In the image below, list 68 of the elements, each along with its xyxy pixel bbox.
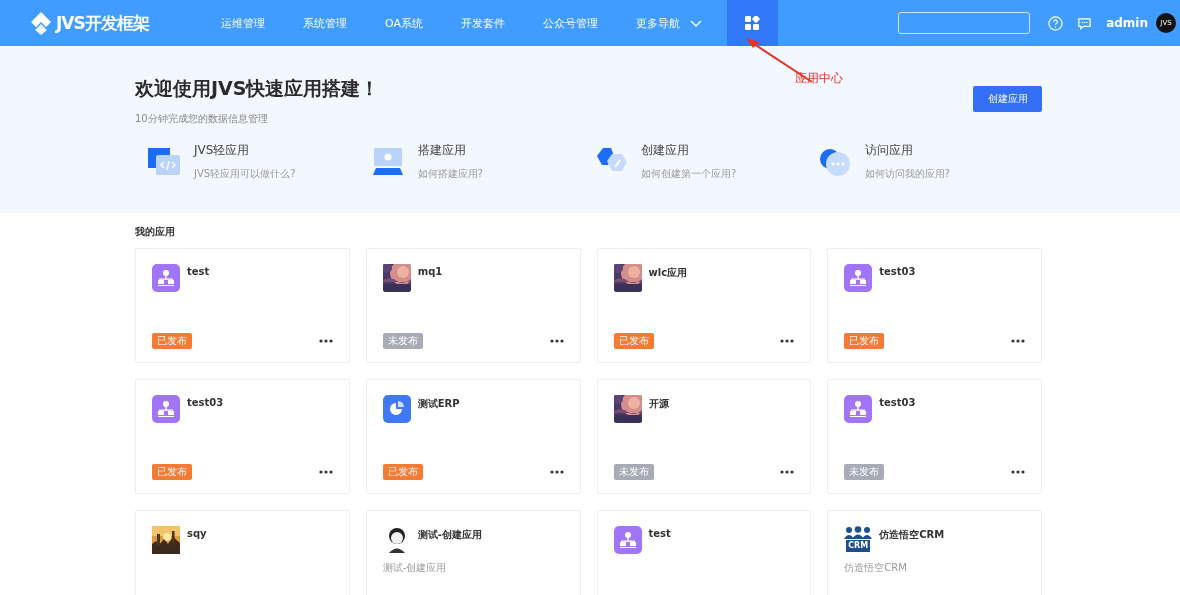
org-chart-icon [613,526,642,554]
app-name: 测试ERP [417,397,460,411]
more-icon[interactable] [780,339,795,343]
logo-text: JVS开发框架 [56,11,149,35]
more-icon[interactable] [549,339,564,343]
app-name: sqy [187,528,207,539]
app-name: test03 [879,397,916,408]
chat-bubble-icon [818,146,851,176]
welcome-title: 欢迎使用JVS快速应用搭建！ [135,76,380,101]
app-name: mq1 [417,266,443,277]
app-card[interactable]: test 已发布 [135,248,350,363]
help-icon[interactable] [1048,15,1064,31]
org-chart-icon [152,395,180,423]
org-chart-icon [844,395,873,423]
status-badge: 未发布 [844,464,885,480]
laptop-icon [371,146,404,176]
app-description: 仿造悟空CRM [844,561,908,575]
status-badge: 已发布 [613,333,654,349]
app-card[interactable]: test03 已发布 [827,248,1042,363]
create-app-button[interactable]: 创建应用 [973,86,1042,112]
app-card[interactable]: test [596,510,812,595]
org-chart-icon [844,264,873,292]
app-card[interactable]: 开源 未发布 [596,379,812,494]
code-window-icon [148,146,180,176]
message-icon[interactable] [1077,15,1093,31]
more-icon[interactable] [1011,470,1025,474]
feature-title[interactable]: 创建应用 [641,142,737,159]
status-badge: 未发布 [382,333,423,349]
pie-chart-icon [382,395,411,423]
app-name: 仿造悟空CRM [879,528,945,542]
more-icon[interactable] [318,470,333,474]
more-icon[interactable] [1011,339,1025,343]
app-name: test03 [187,397,224,408]
null [844,526,873,539]
search-field[interactable] [898,12,1031,34]
app-card[interactable]: 测试-创建应用 测试-创建应用 [365,510,581,595]
app-name: test [648,528,671,539]
app-name: test [187,266,210,277]
app-name: test03 [879,266,916,277]
status-badge: 未发布 [613,464,654,480]
status-badge: 已发布 [382,464,423,480]
app-name: 测试-创建应用 [417,528,482,542]
app-card[interactable]: test03 未发布 [827,379,1042,494]
app-name: 开源 [648,397,669,411]
feature-title[interactable]: 搭建应用 [417,142,483,159]
status-badge: 已发布 [844,333,885,349]
more-icon[interactable] [318,339,333,343]
feature-title[interactable]: JVS轻应用 [194,142,296,159]
logo-icon [30,10,52,36]
status-badge: 已发布 [152,464,192,480]
apps-grid-icon [745,15,760,31]
app-description: 测试-创建应用 [382,561,448,575]
org-chart-icon [152,264,180,292]
chevron-down-icon [690,19,702,27]
feature-title[interactable]: 访问应用 [864,142,950,159]
app-card[interactable]: CRM 仿造悟空CRM 仿造悟空CRM [827,510,1042,595]
more-icon[interactable] [549,470,564,474]
more-icon[interactable] [780,470,795,474]
app-center-tab[interactable] [727,0,778,46]
app-card[interactable]: 测试ERP 已发布 [365,379,581,494]
section-title: 我的应用 [135,225,176,239]
app-card[interactable]: test03 已发布 [135,379,350,494]
welcome-subtitle: 10分钟完成您的数据信息管理 [135,112,269,126]
app-name: wlc应用 [648,266,688,280]
app-card[interactable]: mq1 未发布 [365,248,581,363]
status-badge: 已发布 [152,333,192,349]
app-card[interactable]: wlc应用 已发布 [596,248,812,363]
app-card[interactable]: sqy [135,510,350,595]
